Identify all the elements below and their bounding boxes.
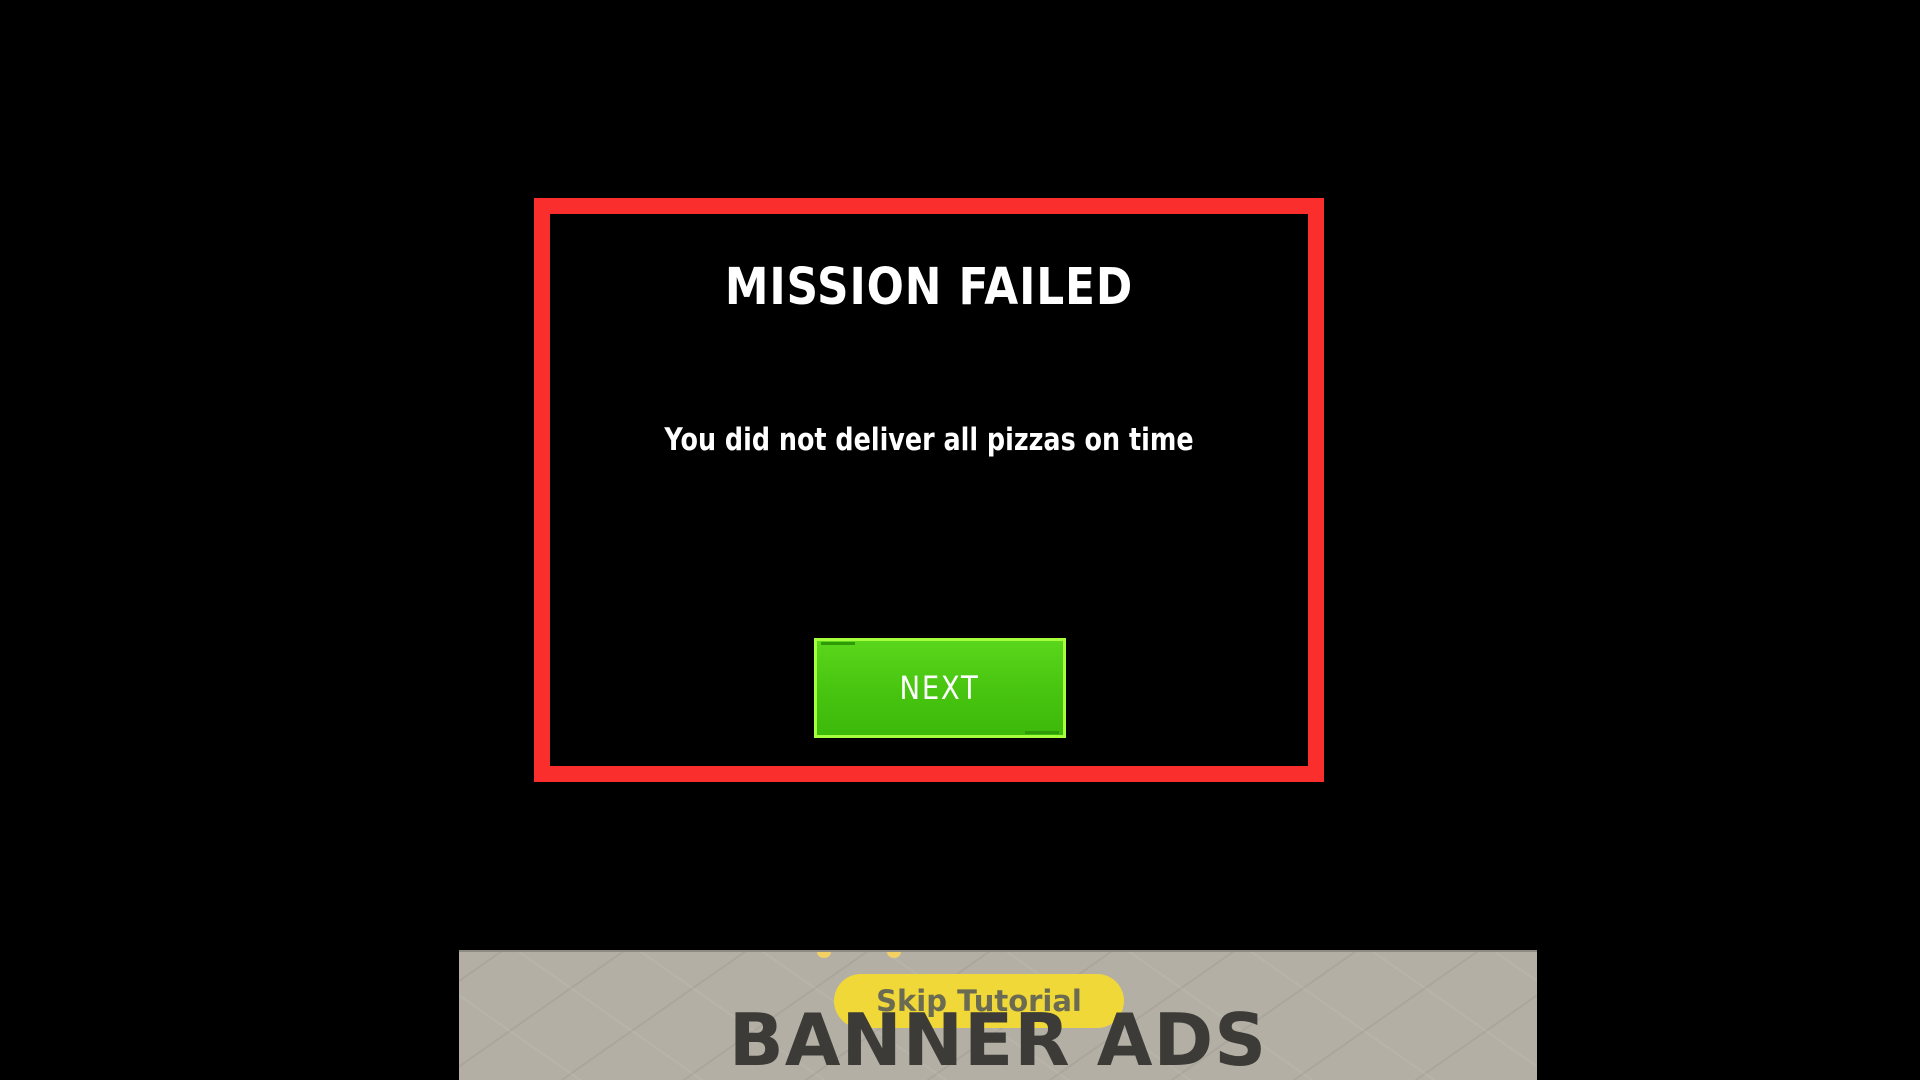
- dialog-title: MISSION FAILED: [724, 258, 1134, 317]
- banner-decoration-dot: [817, 952, 831, 958]
- banner-decoration-dot: [887, 952, 901, 958]
- banner-ads-label: BANNER ADS: [728, 998, 1268, 1080]
- banner-ad[interactable]: Skip Tutorial BANNER ADS: [459, 950, 1537, 1080]
- next-button-label: NEXT: [899, 669, 981, 707]
- mission-failed-dialog: MISSION FAILED You did not deliver all p…: [534, 198, 1324, 782]
- dialog-message: You did not deliver all pizzas on time: [664, 422, 1194, 458]
- next-button[interactable]: NEXT: [814, 638, 1066, 738]
- game-screen: MISSION FAILED You did not deliver all p…: [0, 0, 1920, 1080]
